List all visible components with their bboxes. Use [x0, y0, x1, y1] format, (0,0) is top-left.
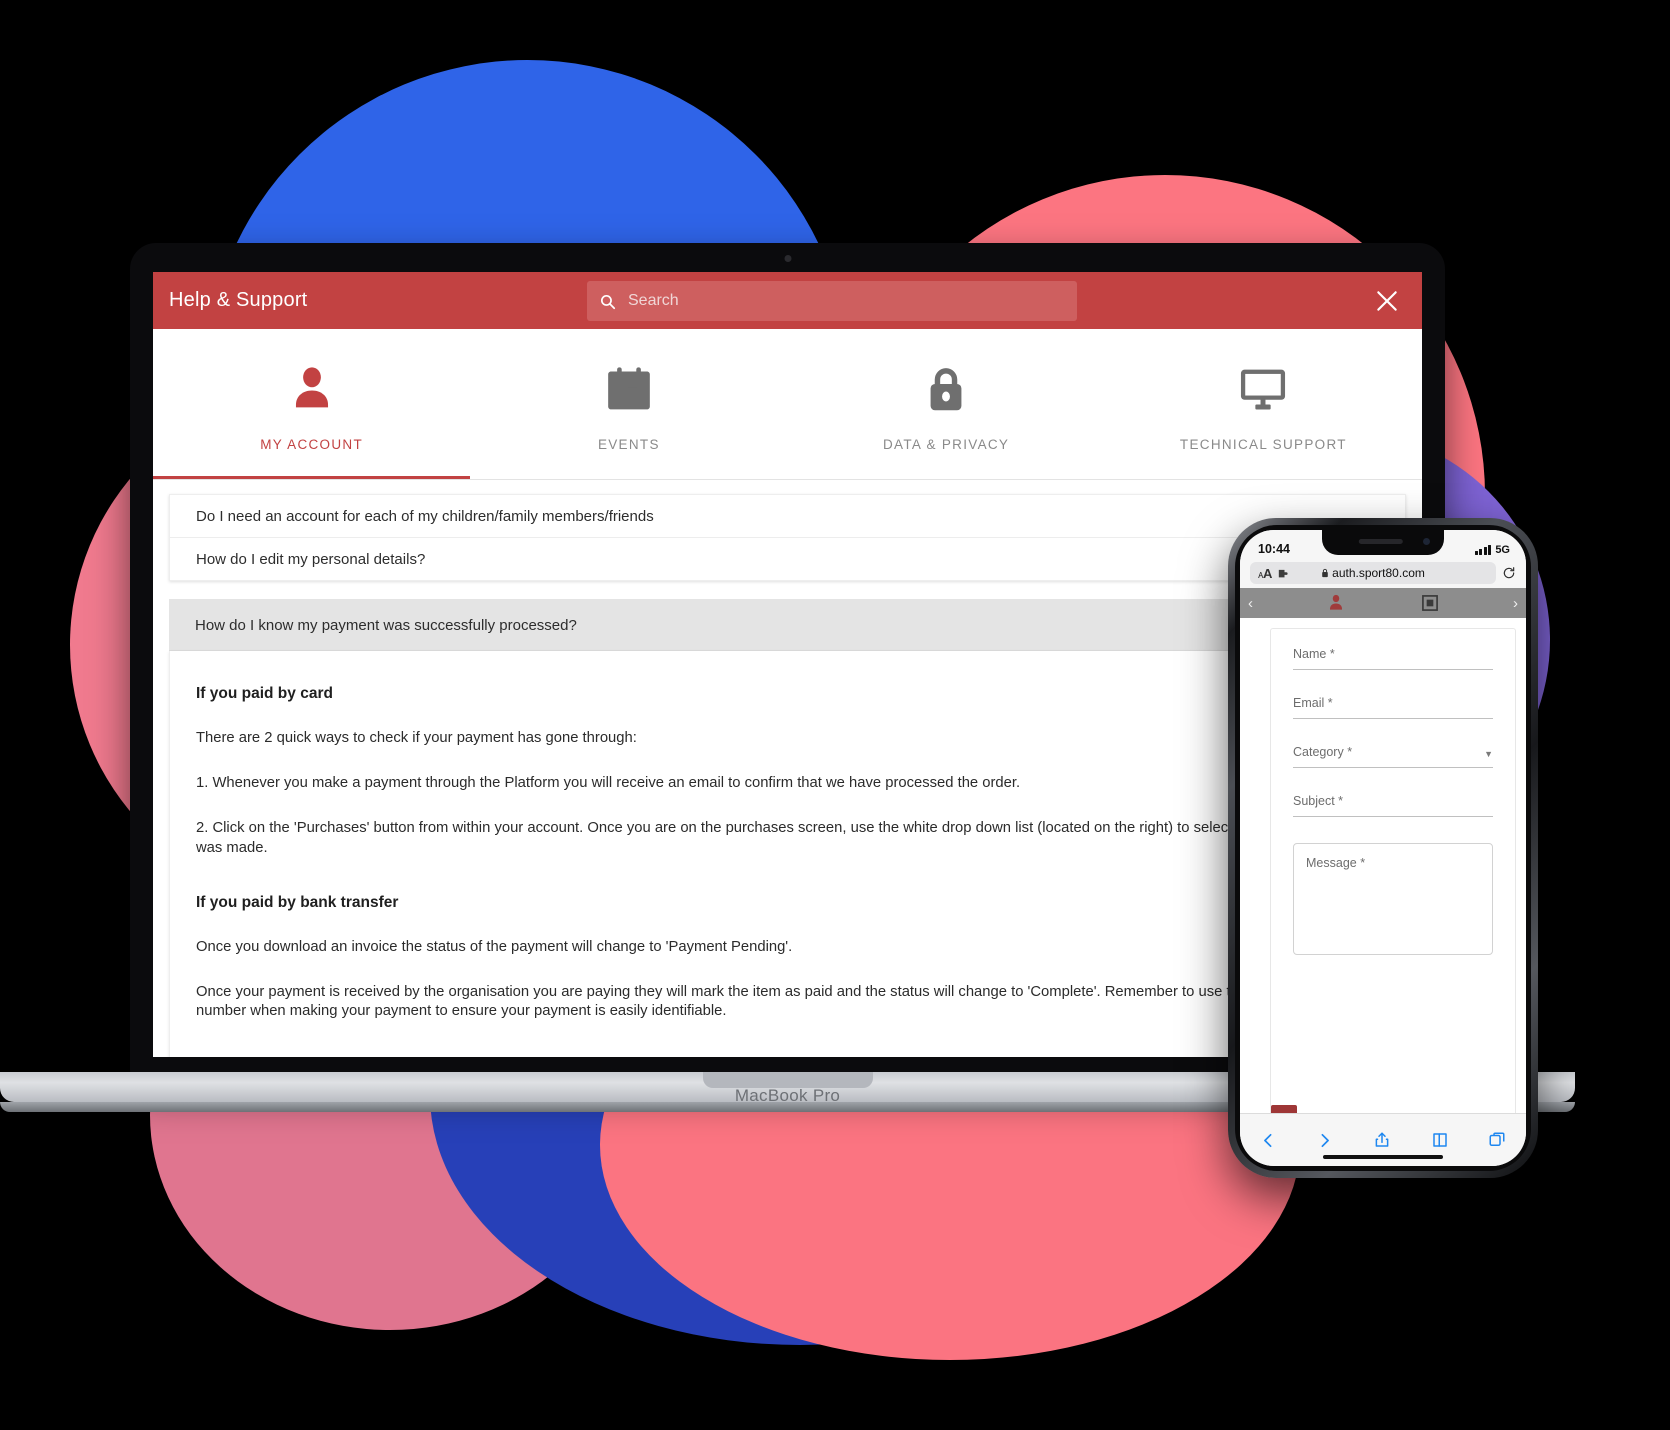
tab-events[interactable]: EVENTS [470, 329, 787, 479]
status-indicators: 5G [1474, 544, 1510, 556]
subject-field[interactable]: Subject * [1293, 794, 1493, 817]
field-underline [1293, 718, 1493, 719]
page-back-icon[interactable]: ‹ [1248, 596, 1253, 611]
answer-bank-1: Once you download an invoice the status … [196, 938, 793, 955]
message-label: Message * [1306, 856, 1366, 870]
screenshot-canvas: Help & Support Search MY ACCOUNT EVENTS … [0, 0, 1670, 1430]
tab-data-privacy[interactable]: DATA & PRIVACY [788, 329, 1105, 479]
iphone-screen: 10:44 5G ᴀA auth.sport80.com ‹ › Name * … [1240, 530, 1526, 1166]
network-type-label: 5G [1495, 544, 1510, 556]
address-host: auth.sport80.com [1250, 566, 1496, 580]
signal-bars-icon [1474, 545, 1492, 555]
email-field[interactable]: Email * [1293, 696, 1493, 719]
answer-step-2: 2. Click on the 'Purchases' button from … [196, 820, 1376, 856]
bookmarks-icon[interactable] [1431, 1131, 1449, 1149]
monitor-icon [1236, 361, 1290, 417]
name-field[interactable]: Name * [1293, 647, 1493, 670]
calendar-icon [604, 361, 654, 417]
share-icon[interactable] [1373, 1131, 1391, 1149]
support-form: Name * Email * Category * ▼ Subject * Me… [1270, 628, 1516, 1139]
chevron-down-icon[interactable]: ▼ [1484, 749, 1493, 759]
page-forward-icon[interactable]: › [1513, 596, 1518, 611]
app-header: Help & Support [153, 272, 1422, 329]
front-camera-icon [1423, 538, 1430, 545]
address-pill[interactable]: ᴀA auth.sport80.com [1250, 562, 1496, 584]
faq-item[interactable]: How do I edit my personal details? [170, 537, 1405, 580]
field-underline [1293, 669, 1493, 670]
home-indicator [1323, 1154, 1443, 1159]
answer-heading-card: If you paid by card [196, 685, 333, 702]
close-icon[interactable] [1374, 288, 1400, 314]
category-tabs: MY ACCOUNT EVENTS DATA & PRIVACY TECHNIC… [153, 329, 1422, 480]
email-label: Email * [1293, 696, 1333, 710]
answer-bank-2: Once your payment is received by the org… [196, 984, 1371, 1020]
field-underline [1293, 767, 1493, 768]
page-title: Help & Support [169, 289, 308, 311]
tab-label: TECHNICAL SUPPORT [1179, 437, 1347, 452]
back-icon[interactable] [1260, 1132, 1277, 1149]
tab-label: MY ACCOUNT [260, 437, 363, 452]
subject-label: Subject * [1293, 794, 1344, 808]
stop-icon[interactable] [1420, 593, 1440, 613]
browser-address-bar: ᴀA auth.sport80.com [1240, 558, 1526, 588]
reload-icon[interactable] [1502, 566, 1516, 580]
search-icon [600, 294, 616, 309]
faq-item[interactable]: Do I need an account for each of my chil… [170, 495, 1405, 537]
answer-step-1: 1. Whenever you make a payment through t… [196, 775, 1021, 792]
lock-icon [921, 361, 971, 417]
tab-my-account[interactable]: MY ACCOUNT [153, 329, 471, 479]
iphone-mockup: 10:44 5G ᴀA auth.sport80.com ‹ › Name * … [1228, 518, 1538, 1178]
message-textarea[interactable]: Message * [1293, 843, 1493, 955]
answer-intro: There are 2 quick ways to check if your … [196, 730, 637, 746]
answer-heading-bank: If you paid by bank transfer [196, 893, 399, 911]
faq-item-expanded-header[interactable]: How do I know my payment was successfull… [169, 599, 1406, 651]
category-select[interactable]: Category * ▼ [1293, 745, 1493, 768]
lock-icon [1322, 568, 1328, 578]
category-label: Category * [1293, 745, 1353, 759]
iphone-notch [1322, 530, 1444, 555]
name-label: Name * [1293, 647, 1335, 661]
webcam-icon [784, 255, 791, 262]
status-time: 10:44 [1258, 542, 1290, 556]
forward-icon[interactable] [1316, 1132, 1333, 1149]
person-icon [1330, 594, 1343, 610]
tabs-icon[interactable] [1488, 1131, 1506, 1149]
address-host-text: auth.sport80.com [1332, 566, 1425, 580]
search-input[interactable] [626, 291, 1065, 311]
tab-label: DATA & PRIVACY [883, 437, 1010, 452]
field-underline [1293, 816, 1493, 817]
answer-spacer [196, 858, 1379, 882]
tab-label: EVENTS [597, 437, 660, 452]
faq-collapsed-card: Do I need an account for each of my chil… [169, 494, 1406, 581]
earpiece-speaker [1358, 539, 1403, 544]
tab-technical-support[interactable]: TECHNICAL SUPPORT [1105, 329, 1422, 479]
site-app-bar: ‹ › [1240, 588, 1526, 618]
search-field[interactable] [587, 281, 1077, 321]
person-icon [286, 361, 338, 417]
faq-answer-body: If you paid by card There are 2 quick wa… [169, 651, 1406, 1057]
